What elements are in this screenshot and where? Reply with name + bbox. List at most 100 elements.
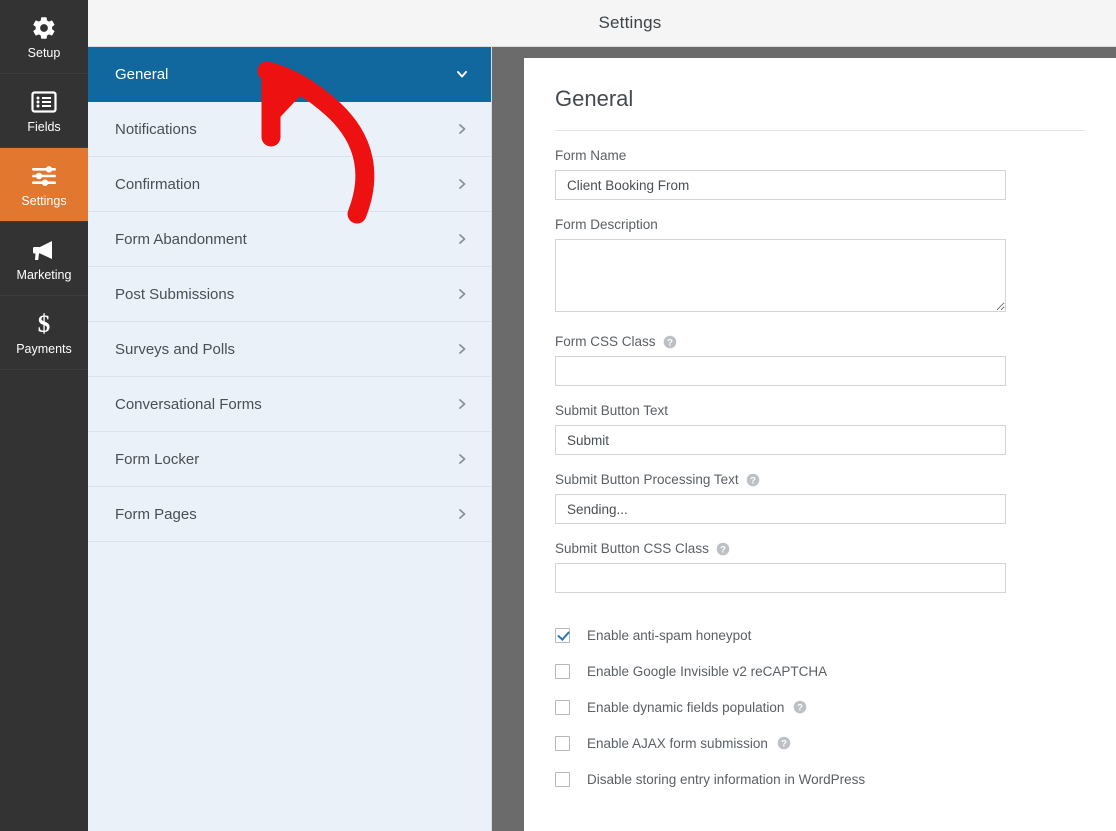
page-title: Settings [598, 13, 662, 32]
sliders-icon [30, 161, 58, 191]
wpforms-builder-settings-screen: Settings Setup Fields Settings Marketing… [0, 0, 1116, 831]
checkbox-row-disable-entry-storage[interactable]: Disable storing entry information in Wor… [555, 761, 1116, 797]
field-label: Submit Button Processing Text ? [555, 472, 1006, 487]
menu-item-label: Form Pages [115, 505, 197, 523]
sidebar-item-settings[interactable]: Settings [0, 148, 88, 222]
checkbox-row-ajax-form-submission[interactable]: Enable AJAX form submission ? [555, 725, 1116, 761]
settings-menu-item-form-pages[interactable]: Form Pages [88, 487, 491, 542]
form-css-class-input[interactable] [555, 356, 1006, 386]
list-icon [31, 87, 57, 117]
checkbox-unchecked-icon[interactable] [555, 663, 570, 679]
panel-gutter [492, 47, 524, 831]
megaphone-icon [30, 235, 58, 265]
field-label: Form CSS Class ? [555, 334, 1006, 349]
chevron-right-icon [455, 122, 469, 136]
menu-item-label: Notifications [115, 120, 197, 138]
field-form-description: Form Description [555, 217, 1006, 317]
label-text: Form Description [555, 217, 658, 232]
sidebar-item-label: Setup [27, 46, 61, 60]
sidebar-item-fields[interactable]: Fields [0, 74, 88, 148]
field-label: Form Description [555, 217, 1006, 232]
help-icon[interactable]: ? [663, 335, 677, 349]
label-text: Disable storing entry information in Wor… [587, 771, 866, 787]
menu-item-label: Confirmation [115, 175, 201, 193]
field-submit-button-text: Submit Button Text [555, 403, 1006, 455]
field-label: Form Name [555, 148, 1006, 163]
help-icon[interactable]: ? [716, 542, 730, 556]
settings-menu-item-confirmation[interactable]: Confirmation [88, 157, 491, 212]
chevron-right-icon [455, 287, 469, 301]
sidebar-item-payments[interactable]: $ Payments [0, 296, 88, 370]
checkbox-row-dynamic-fields-population[interactable]: Enable dynamic fields population ? [555, 689, 1116, 725]
label-text: Enable anti-spam honeypot [587, 627, 752, 643]
settings-menu-item-surveys-and-polls[interactable]: Surveys and Polls [88, 322, 491, 377]
svg-text:$: $ [38, 311, 51, 337]
help-icon[interactable]: ? [777, 736, 791, 750]
checkbox-unchecked-icon[interactable] [555, 699, 570, 715]
sidebar-item-label: Marketing [16, 268, 72, 282]
checkbox-unchecked-icon[interactable] [555, 771, 570, 787]
settings-menu-item-notifications[interactable]: Notifications [88, 102, 491, 157]
settings-menu-panel: General Notifications Confirmation Form … [88, 47, 492, 831]
sidebar-item-marketing[interactable]: Marketing [0, 222, 88, 296]
checkbox-row-anti-spam-honeypot[interactable]: Enable anti-spam honeypot [555, 617, 1116, 653]
checkbox-label: Disable storing entry information in Wor… [587, 772, 865, 787]
label-text: Enable dynamic fields population [587, 699, 785, 715]
chevron-right-icon [455, 397, 469, 411]
settings-menu-item-post-submissions[interactable]: Post Submissions [88, 267, 491, 322]
checkbox-label: Enable dynamic fields population ? [587, 700, 807, 715]
sidebar-item-setup[interactable]: Setup [0, 0, 88, 74]
field-label: Submit Button CSS Class ? [555, 541, 1006, 556]
checkbox-label: Enable Google Invisible v2 reCAPTCHA [587, 664, 827, 679]
checkbox-checked-icon[interactable] [555, 627, 570, 643]
settings-menu-item-general[interactable]: General [88, 47, 491, 102]
dollar-icon: $ [33, 309, 55, 339]
checkbox-row-recaptcha[interactable]: Enable Google Invisible v2 reCAPTCHA [555, 653, 1116, 689]
form-description-textarea[interactable] [555, 239, 1006, 312]
submit-button-text-input[interactable] [555, 425, 1006, 455]
content-top-band [524, 47, 1116, 58]
sidebar-item-label: Fields [27, 120, 61, 134]
sidebar-item-label: Settings [21, 194, 67, 208]
menu-item-label: Surveys and Polls [115, 340, 236, 358]
field-form-name: Form Name [555, 148, 1006, 200]
form-name-input[interactable] [555, 170, 1006, 200]
label-text: Form CSS Class [555, 334, 656, 349]
settings-menu-item-form-locker[interactable]: Form Locker [88, 432, 491, 487]
chevron-down-icon [455, 67, 469, 81]
chevron-right-icon [455, 342, 469, 356]
label-text: Submit Button CSS Class [555, 541, 709, 556]
section-title: General [555, 86, 634, 111]
chevron-right-icon [455, 452, 469, 466]
submit-processing-text-input[interactable] [555, 494, 1006, 524]
svg-text:?: ? [781, 739, 787, 750]
checkbox-unchecked-icon[interactable] [555, 735, 570, 751]
settings-menu-item-form-abandonment[interactable]: Form Abandonment [88, 212, 491, 267]
checkbox-label: Enable AJAX form submission ? [587, 736, 791, 751]
title-divider [555, 130, 1085, 131]
gear-icon [31, 13, 57, 43]
settings-menu-item-conversational-forms[interactable]: Conversational Forms [88, 377, 491, 432]
label-text: Form Name [555, 148, 627, 163]
chevron-right-icon [455, 177, 469, 191]
submit-button-css-class-input[interactable] [555, 563, 1006, 593]
label-text: Submit Button Text [555, 403, 669, 418]
svg-text:?: ? [667, 337, 673, 348]
field-label: Submit Button Text [555, 403, 1006, 418]
builder-sidebar-rail: Setup Fields Settings Marketing $ Paymen… [0, 0, 88, 831]
field-submit-processing-text: Submit Button Processing Text ? [555, 472, 1006, 524]
field-form-css-class: Form CSS Class ? [555, 334, 1006, 386]
label-text: Submit Button Processing Text [555, 472, 739, 487]
help-icon[interactable]: ? [746, 473, 760, 487]
top-header-bar: Settings [88, 0, 1116, 47]
menu-item-label: Form Abandonment [115, 230, 247, 248]
checkbox-label: Enable anti-spam honeypot [587, 628, 751, 643]
checkbox-group: Enable anti-spam honeypot Enable Google … [555, 617, 1116, 797]
chevron-right-icon [455, 507, 469, 521]
menu-item-label: General [115, 65, 169, 83]
svg-text:?: ? [797, 703, 803, 714]
help-icon[interactable]: ? [793, 700, 807, 714]
menu-item-label: Conversational Forms [115, 395, 262, 413]
label-text: Enable Google Invisible v2 reCAPTCHA [587, 663, 828, 679]
sidebar-item-label: Payments [16, 342, 72, 356]
